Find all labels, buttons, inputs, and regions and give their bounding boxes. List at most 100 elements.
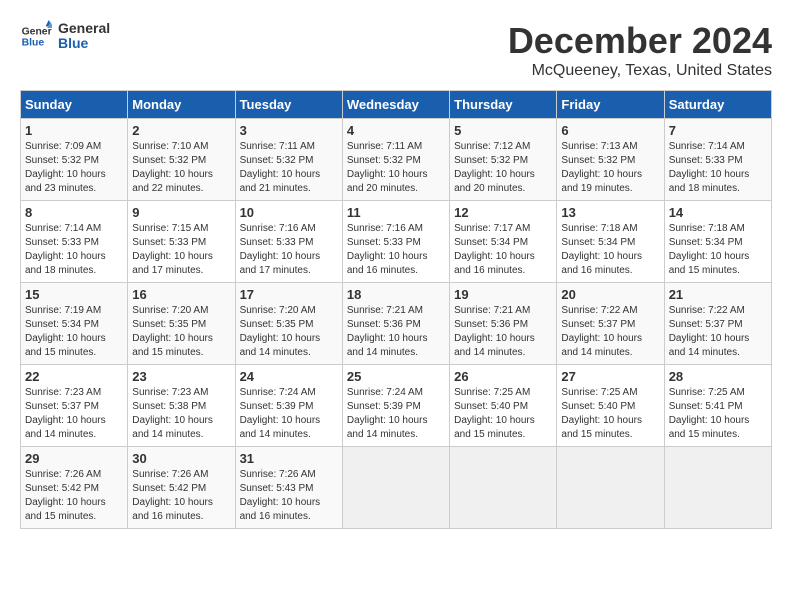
week-row-1: 1Sunrise: 7:09 AMSunset: 5:32 PMDaylight… bbox=[21, 119, 772, 201]
calendar-title: December 2024 bbox=[508, 20, 772, 62]
day-info: Sunrise: 7:26 AMSunset: 5:42 PMDaylight:… bbox=[25, 468, 123, 524]
day-number: 25 bbox=[347, 369, 445, 384]
day-cell: 21Sunrise: 7:22 AMSunset: 5:37 PMDayligh… bbox=[664, 283, 771, 365]
week-row-5: 29 Sunrise: 7:26 AMSunset: 5:42 PMDayligh… bbox=[21, 447, 772, 529]
day-number: 3 bbox=[240, 123, 338, 138]
day-number: 17 bbox=[240, 287, 338, 302]
day-number: 12 bbox=[454, 205, 552, 220]
day-cell: 14 Sunrise: 7:18 AMSunset: 5:34 PMDayligh… bbox=[664, 201, 771, 283]
col-header-saturday: Saturday bbox=[664, 91, 771, 119]
day-cell: 1Sunrise: 7:09 AMSunset: 5:32 PMDaylight… bbox=[21, 119, 128, 201]
day-number: 16 bbox=[132, 287, 230, 302]
day-info: Sunrise: 7:10 AMSunset: 5:32 PMDaylight:… bbox=[132, 140, 230, 196]
day-cell: 31Sunrise: 7:26 AMSunset: 5:43 PMDayligh… bbox=[235, 447, 342, 529]
day-cell bbox=[664, 447, 771, 529]
day-number: 2 bbox=[132, 123, 230, 138]
day-cell: 23Sunrise: 7:23 AMSunset: 5:38 PMDayligh… bbox=[128, 365, 235, 447]
day-number: 6 bbox=[561, 123, 659, 138]
day-number: 20 bbox=[561, 287, 659, 302]
day-cell: 25 Sunrise: 7:24 AMSunset: 5:39 PMDayligh… bbox=[342, 365, 449, 447]
col-header-wednesday: Wednesday bbox=[342, 91, 449, 119]
svg-text:General: General bbox=[22, 26, 52, 37]
logo-general: General bbox=[58, 21, 110, 36]
svg-text:Blue: Blue bbox=[22, 38, 45, 49]
day-number: 19 bbox=[454, 287, 552, 302]
day-info: Sunrise: 7:23 AMSunset: 5:38 PMDaylight:… bbox=[132, 386, 230, 442]
day-cell: 6 Sunrise: 7:13 AMSunset: 5:32 PMDaylight… bbox=[557, 119, 664, 201]
col-header-monday: Monday bbox=[128, 91, 235, 119]
day-info: Sunrise: 7:14 AMSunset: 5:33 PMDaylight:… bbox=[25, 222, 123, 278]
day-info: Sunrise: 7:25 AMSunset: 5:40 PMDaylight:… bbox=[561, 386, 659, 442]
calendar-subtitle: McQueeney, Texas, United States bbox=[508, 62, 772, 80]
week-row-2: 8Sunrise: 7:14 AMSunset: 5:33 PMDaylight… bbox=[21, 201, 772, 283]
day-number: 4 bbox=[347, 123, 445, 138]
day-cell bbox=[342, 447, 449, 529]
day-cell: 27 Sunrise: 7:25 AMSunset: 5:40 PMDayligh… bbox=[557, 365, 664, 447]
day-number: 29 bbox=[25, 451, 123, 466]
day-info: Sunrise: 7:09 AMSunset: 5:32 PMDaylight:… bbox=[25, 140, 123, 196]
day-cell: 29 Sunrise: 7:26 AMSunset: 5:42 PMDayligh… bbox=[21, 447, 128, 529]
day-info: Sunrise: 7:22 AMSunset: 5:37 PMDaylight:… bbox=[669, 304, 767, 360]
day-cell: 17 Sunrise: 7:20 AMSunset: 5:35 PMDayligh… bbox=[235, 283, 342, 365]
day-number: 13 bbox=[561, 205, 659, 220]
day-cell: 9Sunrise: 7:15 AMSunset: 5:33 PMDaylight… bbox=[128, 201, 235, 283]
title-block: December 2024 McQueeney, Texas, United S… bbox=[508, 20, 772, 80]
day-number: 9 bbox=[132, 205, 230, 220]
day-info: Sunrise: 7:21 AMSunset: 5:36 PMDaylight:… bbox=[347, 304, 445, 360]
day-cell: 7Sunrise: 7:14 AMSunset: 5:33 PMDaylight… bbox=[664, 119, 771, 201]
day-info: Sunrise: 7:12 AMSunset: 5:32 PMDaylight:… bbox=[454, 140, 552, 196]
day-cell: 26Sunrise: 7:25 AMSunset: 5:40 PMDayligh… bbox=[450, 365, 557, 447]
day-cell: 2 Sunrise: 7:10 AMSunset: 5:32 PMDaylight… bbox=[128, 119, 235, 201]
day-cell: 4 Sunrise: 7:11 AMSunset: 5:32 PMDaylight… bbox=[342, 119, 449, 201]
day-number: 24 bbox=[240, 369, 338, 384]
day-number: 15 bbox=[25, 287, 123, 302]
day-info: Sunrise: 7:24 AMSunset: 5:39 PMDaylight:… bbox=[347, 386, 445, 442]
day-number: 30 bbox=[132, 451, 230, 466]
day-info: Sunrise: 7:20 AMSunset: 5:35 PMDaylight:… bbox=[132, 304, 230, 360]
logo-icon: General Blue bbox=[20, 20, 52, 52]
day-cell: 30 Sunrise: 7:26 AMSunset: 5:42 PMDayligh… bbox=[128, 447, 235, 529]
day-info: Sunrise: 7:20 AMSunset: 5:35 PMDaylight:… bbox=[240, 304, 338, 360]
day-number: 14 bbox=[669, 205, 767, 220]
day-cell: 3Sunrise: 7:11 AMSunset: 5:32 PMDaylight… bbox=[235, 119, 342, 201]
day-info: Sunrise: 7:24 AMSunset: 5:39 PMDaylight:… bbox=[240, 386, 338, 442]
day-cell: 22Sunrise: 7:23 AMSunset: 5:37 PMDayligh… bbox=[21, 365, 128, 447]
day-info: Sunrise: 7:21 AMSunset: 5:36 PMDaylight:… bbox=[454, 304, 552, 360]
day-info: Sunrise: 7:26 AMSunset: 5:42 PMDaylight:… bbox=[132, 468, 230, 524]
day-cell: 24 Sunrise: 7:24 AMSunset: 5:39 PMDayligh… bbox=[235, 365, 342, 447]
col-header-tuesday: Tuesday bbox=[235, 91, 342, 119]
day-number: 22 bbox=[25, 369, 123, 384]
logo-blue: Blue bbox=[58, 36, 110, 51]
day-cell: 5 Sunrise: 7:12 AMSunset: 5:32 PMDaylight… bbox=[450, 119, 557, 201]
day-info: Sunrise: 7:11 AMSunset: 5:32 PMDaylight:… bbox=[347, 140, 445, 196]
day-cell: 20 Sunrise: 7:22 AMSunset: 5:37 PMDayligh… bbox=[557, 283, 664, 365]
calendar-table: SundayMondayTuesdayWednesdayThursdayFrid… bbox=[20, 90, 772, 529]
day-cell: 12 Sunrise: 7:17 AMSunset: 5:34 PMDayligh… bbox=[450, 201, 557, 283]
day-cell: 15 Sunrise: 7:19 AMSunset: 5:34 PMDayligh… bbox=[21, 283, 128, 365]
day-info: Sunrise: 7:13 AMSunset: 5:32 PMDaylight:… bbox=[561, 140, 659, 196]
day-cell: 8Sunrise: 7:14 AMSunset: 5:33 PMDaylight… bbox=[21, 201, 128, 283]
day-number: 28 bbox=[669, 369, 767, 384]
col-header-thursday: Thursday bbox=[450, 91, 557, 119]
day-info: Sunrise: 7:18 AMSunset: 5:34 PMDaylight:… bbox=[669, 222, 767, 278]
day-info: Sunrise: 7:25 AMSunset: 5:41 PMDaylight:… bbox=[669, 386, 767, 442]
day-info: Sunrise: 7:16 AMSunset: 5:33 PMDaylight:… bbox=[347, 222, 445, 278]
day-number: 11 bbox=[347, 205, 445, 220]
day-number: 7 bbox=[669, 123, 767, 138]
col-header-sunday: Sunday bbox=[21, 91, 128, 119]
day-cell: 18 Sunrise: 7:21 AMSunset: 5:36 PMDayligh… bbox=[342, 283, 449, 365]
day-number: 26 bbox=[454, 369, 552, 384]
day-number: 31 bbox=[240, 451, 338, 466]
day-number: 18 bbox=[347, 287, 445, 302]
day-number: 27 bbox=[561, 369, 659, 384]
day-cell: 11 Sunrise: 7:16 AMSunset: 5:33 PMDayligh… bbox=[342, 201, 449, 283]
day-info: Sunrise: 7:19 AMSunset: 5:34 PMDaylight:… bbox=[25, 304, 123, 360]
day-cell: 16 Sunrise: 7:20 AMSunset: 5:35 PMDayligh… bbox=[128, 283, 235, 365]
day-cell bbox=[557, 447, 664, 529]
day-info: Sunrise: 7:17 AMSunset: 5:34 PMDaylight:… bbox=[454, 222, 552, 278]
week-row-3: 15 Sunrise: 7:19 AMSunset: 5:34 PMDayligh… bbox=[21, 283, 772, 365]
day-info: Sunrise: 7:22 AMSunset: 5:37 PMDaylight:… bbox=[561, 304, 659, 360]
day-number: 5 bbox=[454, 123, 552, 138]
week-row-4: 22Sunrise: 7:23 AMSunset: 5:37 PMDayligh… bbox=[21, 365, 772, 447]
day-cell: 28 Sunrise: 7:25 AMSunset: 5:41 PMDayligh… bbox=[664, 365, 771, 447]
